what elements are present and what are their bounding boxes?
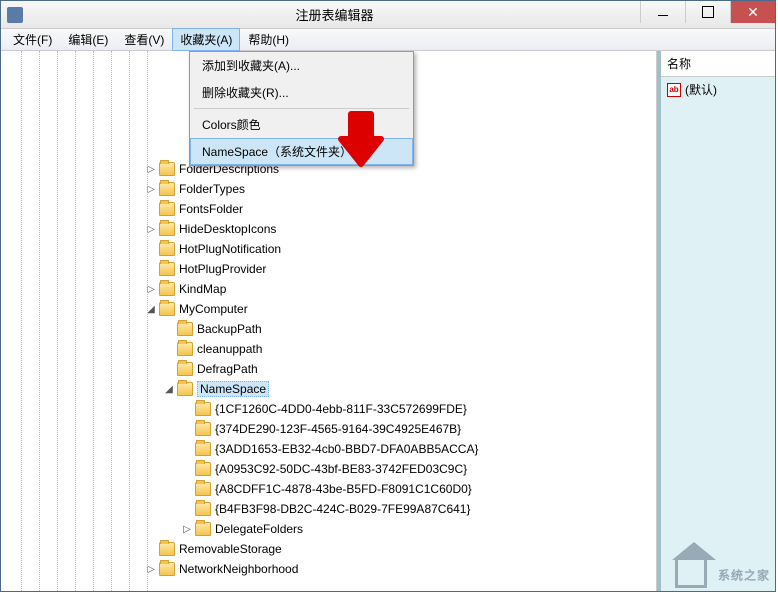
minimize-button[interactable] [640, 1, 685, 23]
tree-row[interactable]: cleanuppath [1, 339, 656, 359]
tree-label: {A0953C92-50DC-43bf-BE83-3742FED03C9C} [215, 462, 467, 476]
folder-icon [159, 202, 175, 216]
annotation-arrow-icon [321, 109, 401, 189]
folder-icon [159, 222, 175, 236]
tree-row[interactable]: ▷ DelegateFolders [1, 519, 656, 539]
expand-toggle-icon[interactable]: ▷ [145, 284, 157, 295]
tree-label: NetworkNeighborhood [179, 562, 298, 576]
tree-label: DefragPath [197, 362, 258, 376]
tree-row[interactable]: ▷ KindMap [1, 279, 656, 299]
values-header-name[interactable]: 名称 [661, 51, 775, 77]
tree-label: {B4FB3F98-DB2C-424C-B029-7FE99A87C641} [215, 502, 470, 516]
folder-icon [159, 282, 175, 296]
tree-label: FontsFolder [179, 202, 243, 216]
value-row-default[interactable]: ab (默认) [661, 77, 775, 102]
tree-row[interactable]: {3ADD1653-EB32-4cb0-BBD7-DFA0ABB5ACCA} [1, 439, 656, 459]
expand-toggle-icon[interactable]: ◢ [145, 304, 157, 315]
tree-label: {374DE290-123F-4565-9164-39C4925E467B} [215, 422, 461, 436]
tree-row[interactable]: ▷ NetworkNeighborhood [1, 559, 656, 579]
tree-label: {3ADD1653-EB32-4cb0-BBD7-DFA0ABB5ACCA} [215, 442, 478, 456]
menu-help[interactable]: 帮助(H) [240, 28, 297, 51]
tree-row[interactable]: ◢ MyComputer [1, 299, 656, 319]
folder-icon [159, 542, 175, 556]
expand-toggle-icon[interactable]: ▷ [145, 564, 157, 575]
tree-row[interactable]: {B4FB3F98-DB2C-424C-B029-7FE99A87C641} [1, 499, 656, 519]
tree-label: RemovableStorage [179, 542, 282, 556]
title-bar[interactable]: 注册表编辑器 [1, 1, 775, 29]
expand-toggle-icon[interactable]: ▷ [145, 224, 157, 235]
tree-row[interactable]: {A0953C92-50DC-43bf-BE83-3742FED03C9C} [1, 459, 656, 479]
folder-icon [159, 182, 175, 196]
window-buttons [640, 1, 775, 28]
content-area: 添加到收藏夹(A)... 删除收藏夹(R)... Colors颜色 NameSp… [1, 51, 775, 591]
folder-icon [177, 322, 193, 336]
folder-icon [195, 442, 211, 456]
menu-favorites[interactable]: 收藏夹(A) [172, 28, 240, 51]
tree-row[interactable]: BackupPath [1, 319, 656, 339]
tree-label: KindMap [179, 282, 226, 296]
folder-icon [159, 262, 175, 276]
expand-toggle-icon[interactable]: ◢ [163, 384, 175, 395]
folder-icon [195, 402, 211, 416]
dropdown-add-favorite[interactable]: 添加到收藏夹(A)... [190, 52, 413, 79]
tree-label: {A8CDFF1C-4878-43be-B5FD-F8091C1C60D0} [215, 482, 472, 496]
menu-file[interactable]: 文件(F) [5, 28, 60, 51]
expand-toggle-icon[interactable]: ▷ [145, 184, 157, 195]
tree-row[interactable]: {A8CDFF1C-4878-43be-B5FD-F8091C1C60D0} [1, 479, 656, 499]
window-title: 注册表编辑器 [29, 5, 640, 24]
folder-icon [195, 502, 211, 516]
tree-row[interactable]: {374DE290-123F-4565-9164-39C4925E467B} [1, 419, 656, 439]
app-icon [7, 7, 23, 23]
folder-icon [195, 522, 211, 536]
menu-view[interactable]: 查看(V) [116, 28, 172, 51]
menu-edit[interactable]: 编辑(E) [60, 28, 116, 51]
dropdown-remove-favorite[interactable]: 删除收藏夹(R)... [190, 79, 413, 106]
close-button[interactable] [730, 1, 775, 23]
folder-icon [159, 162, 175, 176]
expand-toggle-icon[interactable]: ▷ [181, 524, 193, 535]
tree-row[interactable]: RemovableStorage [1, 539, 656, 559]
string-value-icon: ab [667, 83, 681, 97]
tree-panel[interactable]: 添加到收藏夹(A)... 删除收藏夹(R)... Colors颜色 NameSp… [1, 51, 657, 591]
tree-row[interactable]: ◢ NameSpace [1, 379, 656, 399]
tree-row[interactable]: {1CF1260C-4DD0-4ebb-811F-33C572699FDE} [1, 399, 656, 419]
tree-label: BackupPath [197, 322, 262, 336]
maximize-button[interactable] [685, 1, 730, 23]
tree-label: HotPlugNotification [179, 242, 281, 256]
tree-row[interactable]: HotPlugNotification [1, 239, 656, 259]
tree-label: cleanuppath [197, 342, 262, 356]
folder-icon [159, 562, 175, 576]
folder-icon [195, 482, 211, 496]
menu-bar: 文件(F) 编辑(E) 查看(V) 收藏夹(A) 帮助(H) [1, 29, 775, 51]
folder-icon [177, 342, 193, 356]
tree-label: MyComputer [179, 302, 248, 316]
tree-label: FolderTypes [179, 182, 245, 196]
tree-row[interactable]: DefragPath [1, 359, 656, 379]
folder-icon [195, 422, 211, 436]
app-window: 注册表编辑器 文件(F) 编辑(E) 查看(V) 收藏夹(A) 帮助(H) 添加… [0, 0, 776, 592]
tree-label: {1CF1260C-4DD0-4ebb-811F-33C572699FDE} [215, 402, 467, 416]
tree-row[interactable]: HotPlugProvider [1, 259, 656, 279]
value-name: (默认) [685, 81, 717, 98]
tree-label: HideDesktopIcons [179, 222, 276, 236]
folder-icon [159, 242, 175, 256]
folder-icon [159, 302, 175, 316]
folder-icon [177, 382, 193, 396]
tree-label: NameSpace [197, 381, 269, 397]
tree-label: HotPlugProvider [179, 262, 266, 276]
folder-icon [177, 362, 193, 376]
values-panel: 名称 ab (默认) [657, 51, 775, 591]
expand-toggle-icon[interactable]: ▷ [145, 164, 157, 175]
tree-row[interactable]: FontsFolder [1, 199, 656, 219]
folder-icon [195, 462, 211, 476]
tree-row[interactable]: ▷ HideDesktopIcons [1, 219, 656, 239]
tree-label: DelegateFolders [215, 522, 303, 536]
